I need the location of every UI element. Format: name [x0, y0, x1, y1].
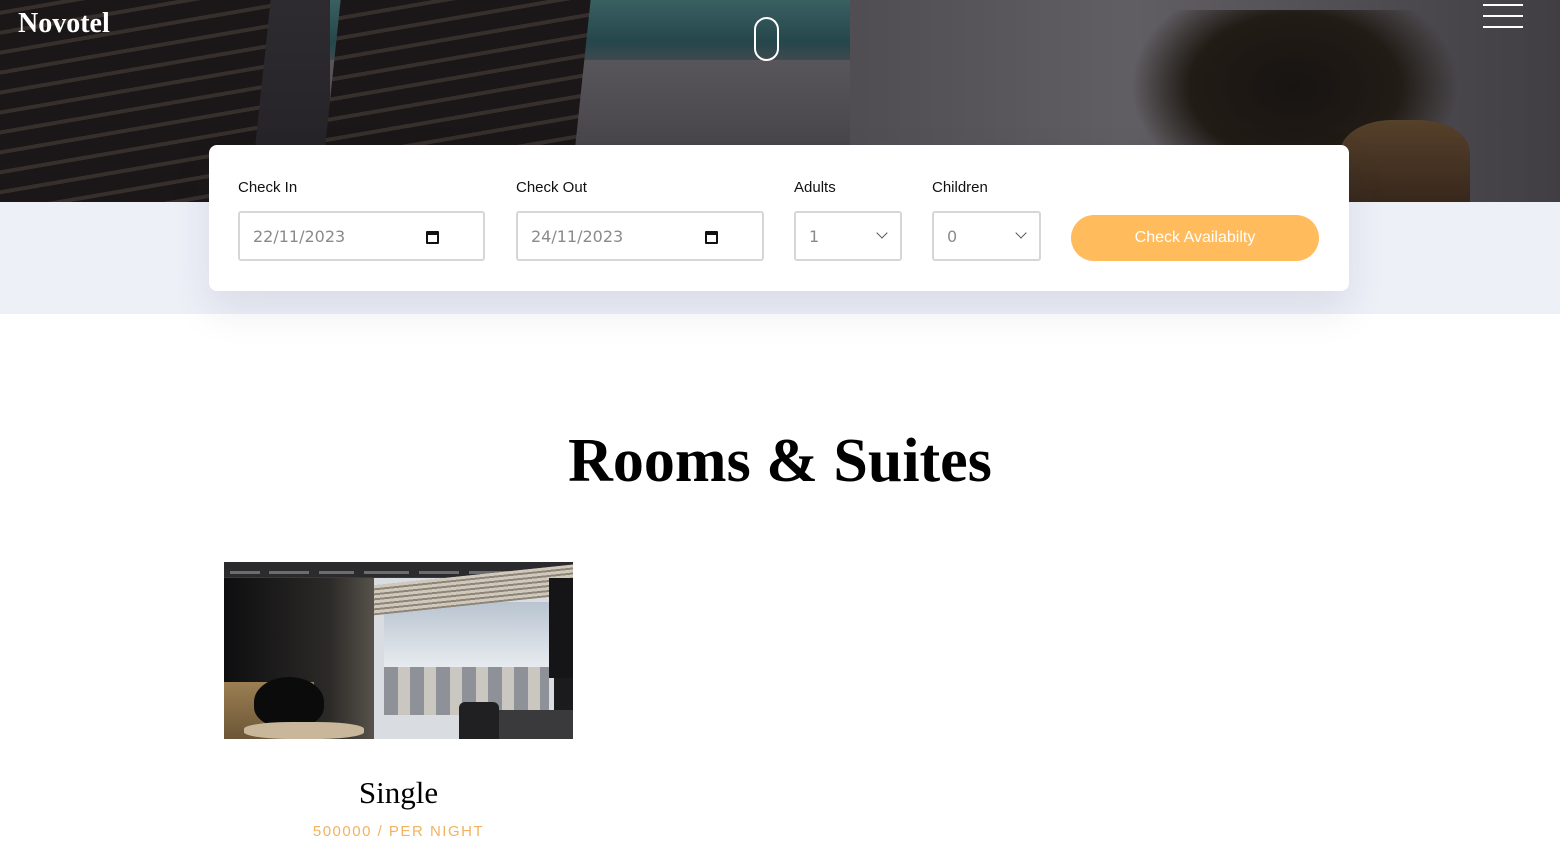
check-out-field: Check Out 24/11/2023 — [516, 179, 764, 261]
check-in-input[interactable]: 22/11/2023 — [238, 211, 485, 261]
check-in-value: 22/11/2023 — [253, 226, 346, 246]
chevron-down-icon — [1015, 227, 1027, 239]
section-title: Rooms & Suites — [568, 427, 992, 495]
children-select[interactable]: 0 — [932, 211, 1041, 261]
adults-value: 1 — [809, 226, 820, 246]
check-availability-button[interactable]: Check Availabilty — [1071, 215, 1319, 261]
children-value: 0 — [947, 226, 958, 246]
adults-field: Adults 1 — [794, 179, 902, 261]
children-field: Children 0 — [932, 179, 1041, 261]
room-card[interactable]: Single 500000 / PER NIGHT — [224, 562, 573, 840]
calendar-icon[interactable] — [705, 231, 718, 244]
room-image[interactable] — [224, 562, 573, 739]
check-out-input[interactable]: 24/11/2023 — [516, 211, 764, 261]
brand-logo[interactable]: Novotel — [18, 8, 110, 40]
check-in-label: Check In — [238, 179, 298, 196]
booking-form: Check In 22/11/2023 Check Out 24/11/2023… — [209, 145, 1349, 291]
scroll-indicator-icon — [754, 17, 779, 61]
room-name[interactable]: Single — [224, 775, 573, 811]
check-out-value: 24/11/2023 — [531, 226, 624, 246]
check-in-field: Check In 22/11/2023 — [238, 179, 485, 261]
children-label: Children — [932, 179, 988, 196]
calendar-icon[interactable] — [426, 231, 439, 244]
check-out-label: Check Out — [516, 179, 587, 196]
adults-select[interactable]: 1 — [794, 211, 902, 261]
menu-icon[interactable] — [1483, 4, 1523, 28]
adults-label: Adults — [794, 179, 836, 196]
chevron-down-icon — [876, 227, 888, 239]
room-price: 500000 / PER NIGHT — [312, 823, 485, 840]
